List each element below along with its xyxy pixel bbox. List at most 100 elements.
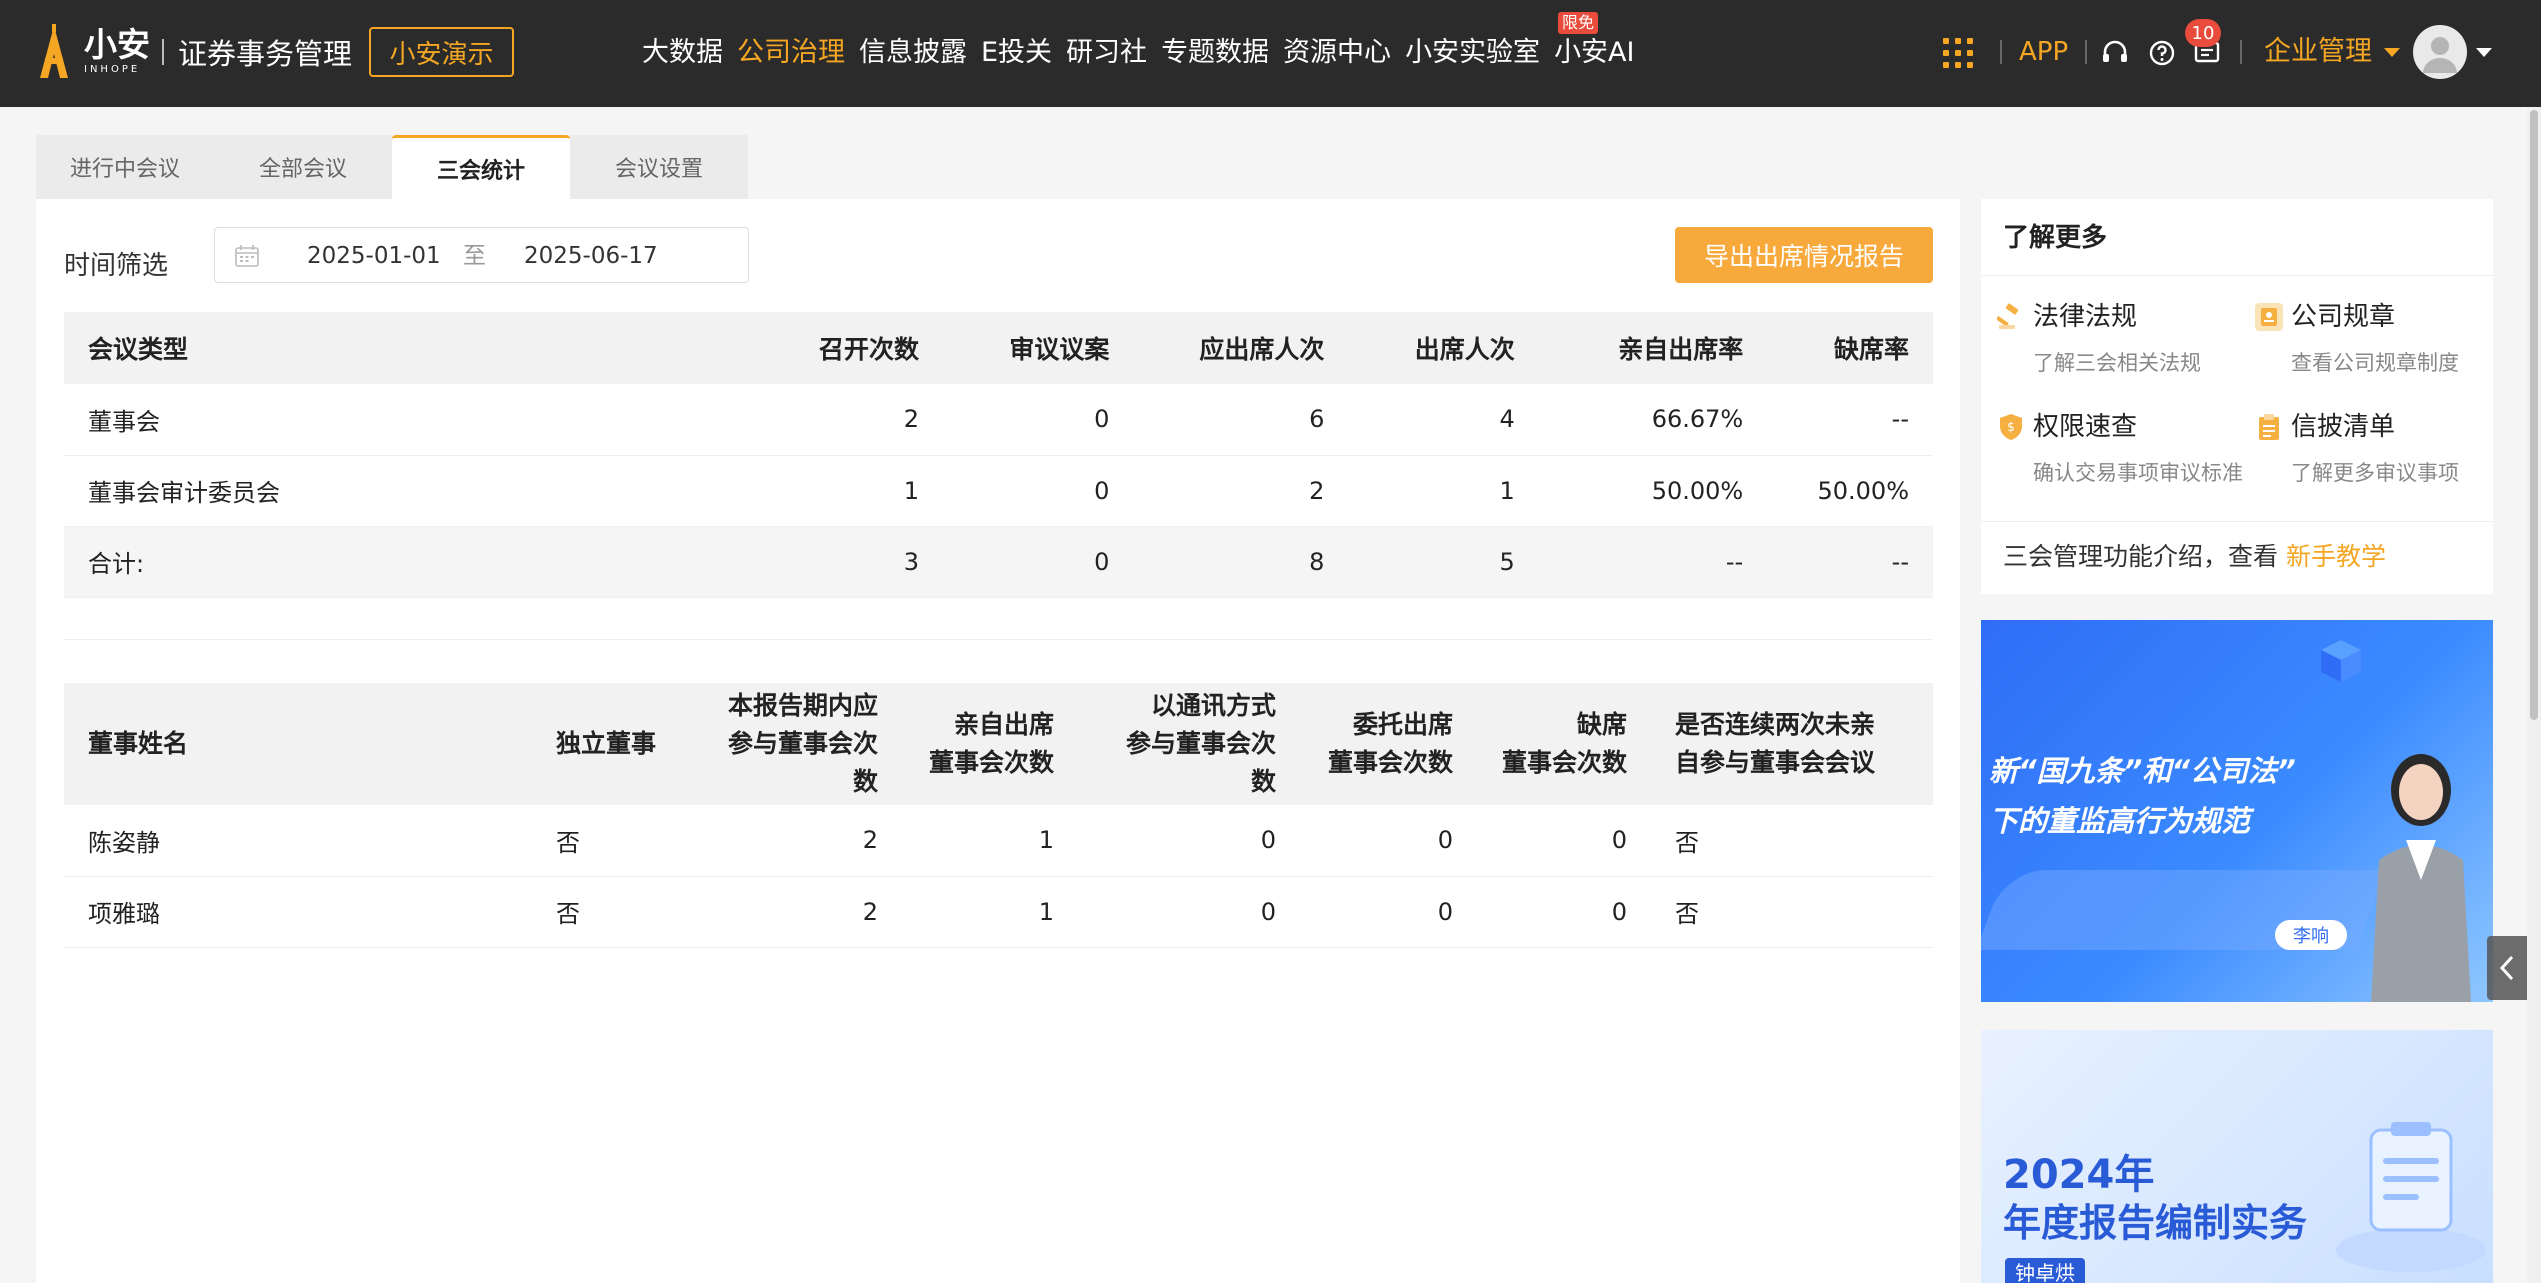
avatar[interactable] xyxy=(2413,25,2467,79)
cell-absent: 0 xyxy=(1477,876,1651,948)
col-personal-attendance: 亲自出席 董事会次数 xyxy=(902,683,1078,805)
document-icon xyxy=(2255,303,2283,331)
cell-meeting-type: 董事会 xyxy=(64,384,759,456)
clipboard-3d-icon xyxy=(2336,1122,2486,1272)
cell-remote-attendance: 0 xyxy=(1078,876,1300,948)
table-row: 董事会审计委员会 1 0 2 1 50.00% 50.00% xyxy=(64,455,1933,527)
cell-required-meetings: 2 xyxy=(682,876,902,948)
cell-director-name: 陈姿静 xyxy=(64,805,532,877)
divider xyxy=(1981,275,2493,276)
clipboard-icon xyxy=(2255,413,2283,441)
top-navbar: 小安 INHOPE 证券事务管理 小安演示 大数据 公司治理 信息披露 E投关 … xyxy=(0,0,2541,107)
divider xyxy=(1981,521,2493,522)
collapse-sidebar-button[interactable] xyxy=(2487,936,2527,1000)
col-meeting-type: 会议类型 xyxy=(64,312,759,384)
nav-item-topic-data[interactable]: 专题数据 xyxy=(1161,30,1269,76)
demo-button[interactable]: 小安演示 xyxy=(369,27,514,77)
cell-proposals: 0 xyxy=(943,526,1134,598)
nav-item-lab[interactable]: 小安实验室 xyxy=(1405,30,1540,76)
learn-more-panel: 了解更多 法律法规 了解三会相关法规 公司规章 查看公司规章制度 $ 权限速查 … xyxy=(1981,199,2493,594)
cell-meeting-type: 董事会审计委员会 xyxy=(64,455,759,527)
tab-bar: 进行中会议 全部会议 三会统计 会议设置 xyxy=(36,135,748,199)
director-attendance-table: 董事姓名 独立董事 本报告期内应 参与董事会次数 亲自出席 董事会次数 以通讯方式参… xyxy=(64,683,1933,948)
table-row: 陈姿静 否 2 1 0 0 0 否 xyxy=(64,805,1933,877)
export-attendance-report-button[interactable]: 导出出席情况报告 xyxy=(1675,227,1933,283)
nav-item-disclosure[interactable]: 信息披露 xyxy=(859,30,967,76)
cell-attendance: 4 xyxy=(1348,384,1539,456)
learn-item-company-rules[interactable]: 公司规章 查看公司规章制度 xyxy=(2255,299,2505,377)
calendar-icon xyxy=(235,245,259,267)
tab-meeting-settings[interactable]: 会议设置 xyxy=(570,135,748,199)
avatar-chevron-down-icon[interactable] xyxy=(2476,48,2492,57)
cell-consecutive-absence: 否 xyxy=(1651,805,1933,877)
table-row: 项雅璐 否 2 1 0 0 0 否 xyxy=(64,876,1933,948)
help-icon[interactable] xyxy=(2147,38,2177,68)
apps-grid-icon[interactable] xyxy=(1943,38,1973,68)
stats-panel: 时间筛选 2025-01-01 至 2025-06-17 导出出席情况报告 会议… xyxy=(36,199,1960,1283)
tab-ongoing-meetings[interactable]: 进行中会议 xyxy=(36,135,214,199)
date-range-picker[interactable]: 2025-01-01 至 2025-06-17 xyxy=(214,227,749,283)
app-link[interactable]: APP xyxy=(2019,32,2068,72)
start-date-input[interactable]: 2025-01-01 xyxy=(307,228,441,284)
product-name: 证券事务管理 xyxy=(178,37,353,71)
cell-absence-rate: 50.00% xyxy=(1767,455,1933,527)
col-absent: 缺席 董事会次数 xyxy=(1477,683,1651,805)
headset-icon[interactable] xyxy=(2100,38,2130,68)
tab-all-meetings[interactable]: 全部会议 xyxy=(214,135,392,199)
enterprise-menu[interactable]: 企业管理 xyxy=(2264,32,2400,72)
cell-proxy-attendance: 0 xyxy=(1300,876,1477,948)
chevron-down-icon xyxy=(2384,47,2400,57)
date-separator: 至 xyxy=(463,243,486,269)
col-remote-attendance: 以通讯方式 参与董事会次数 xyxy=(1078,683,1300,805)
nav-item-resources[interactable]: 资源中心 xyxy=(1283,30,1391,76)
cell-personal-attendance: 1 xyxy=(902,805,1078,877)
cell-attendance: 5 xyxy=(1348,526,1539,598)
logo[interactable]: 小安 INHOPE 证券事务管理 xyxy=(34,24,352,80)
promo-banner-governance[interactable]: 新“国九条”和“公司法” 下的董监高行为规范 李响 xyxy=(1981,620,2493,1002)
promo-banner-annual-report[interactable]: 2024年 年度报告编制实务 钟卓烘 xyxy=(1981,1030,2493,1283)
cell-personal-rate: -- xyxy=(1538,526,1768,598)
table-total-row: 合计: 3 0 8 5 -- -- xyxy=(64,526,1933,598)
cube-decoration-icon xyxy=(2321,640,2361,682)
col-independent: 独立董事 xyxy=(532,683,682,805)
learn-more-title: 了解更多 xyxy=(2003,223,2108,253)
cell-absence-rate: -- xyxy=(1767,384,1933,456)
end-date-input[interactable]: 2025-06-17 xyxy=(524,228,658,284)
learn-item-desc: 了解更多审议事项 xyxy=(2291,461,2459,485)
cell-expected-attendance: 6 xyxy=(1133,384,1349,456)
cell-absent: 0 xyxy=(1477,805,1651,877)
cell-personal-rate: 66.67% xyxy=(1538,384,1768,456)
cell-absence-rate: -- xyxy=(1767,526,1933,598)
scrollbar-thumb[interactable] xyxy=(2530,110,2538,720)
table-header-row: 董事姓名 独立董事 本报告期内应 参与董事会次数 亲自出席 董事会次数 以通讯方式参… xyxy=(64,683,1933,805)
table-header-row: 会议类型 召开次数 审议议案 应出席人次 出席人次 亲自出席率 缺席率 xyxy=(64,312,1933,384)
tab-three-meetings-stats[interactable]: 三会统计 xyxy=(392,135,570,199)
divider xyxy=(2240,40,2242,64)
notification-badge: 10 xyxy=(2185,19,2221,47)
footer-text: 三会管理功能介绍，查看 xyxy=(2003,542,2286,571)
nav-item-ai[interactable]: 小安AI xyxy=(1554,30,1634,76)
nav-item-bigdata[interactable]: 大数据 xyxy=(642,30,723,76)
learn-more-footer: 三会管理功能介绍，查看 新手教学 xyxy=(2003,537,2386,577)
logo-divider xyxy=(162,39,164,65)
learn-item-disclosure-list[interactable]: 信披清单 了解更多审议事项 xyxy=(2255,409,2505,487)
meeting-stats-table: 会议类型 召开次数 审议议案 应出席人次 出席人次 亲自出席率 缺席率 董事会 … xyxy=(64,312,1933,598)
learn-item-laws[interactable]: 法律法规 了解三会相关法规 xyxy=(1997,299,2247,377)
svg-text:$: $ xyxy=(2007,420,2015,434)
learn-item-title: 权限速查 xyxy=(2033,412,2138,442)
nav-item-e-investor[interactable]: E投关 xyxy=(981,30,1052,76)
col-proposals: 审议议案 xyxy=(943,312,1134,384)
col-absence-rate: 缺席率 xyxy=(1767,312,1933,384)
cell-consecutive-absence: 否 xyxy=(1651,876,1933,948)
nav-item-academy[interactable]: 研习社 xyxy=(1066,30,1147,76)
table-row: 董事会 2 0 6 4 66.67% -- xyxy=(64,384,1933,456)
chevron-left-icon xyxy=(2499,955,2514,981)
cell-independent: 否 xyxy=(532,805,682,877)
learn-item-desc: 查看公司规章制度 xyxy=(2291,351,2459,375)
divider xyxy=(2000,40,2002,64)
cell-proposals: 0 xyxy=(943,384,1134,456)
shield-icon: $ xyxy=(1997,413,2025,441)
learn-item-authority[interactable]: $ 权限速查 确认交易事项审议标准 xyxy=(1997,409,2247,487)
beginner-tutorial-link[interactable]: 新手教学 xyxy=(2286,542,2386,571)
nav-item-governance[interactable]: 公司治理 xyxy=(737,30,845,76)
